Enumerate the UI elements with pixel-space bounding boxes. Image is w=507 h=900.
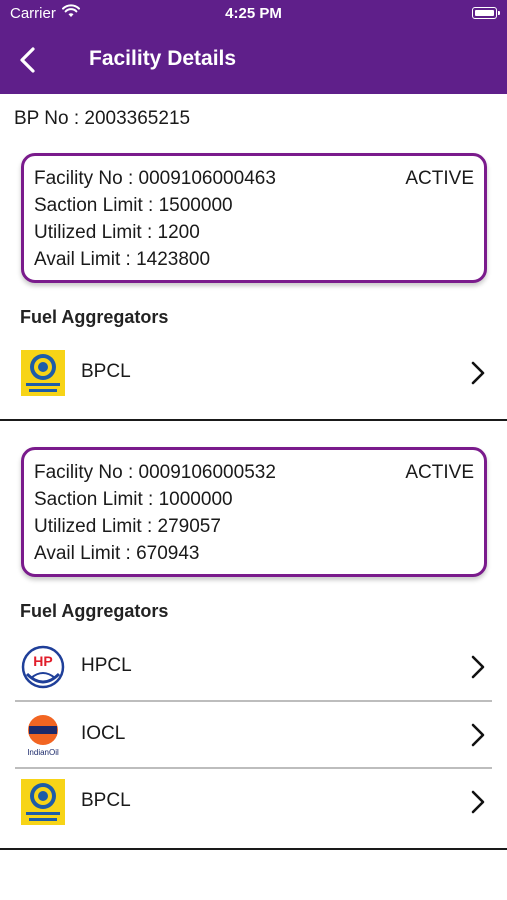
svg-text:HP: HP xyxy=(33,653,52,669)
facility-status-badge: ACTIVE xyxy=(405,462,474,483)
avail-limit: Avail Limit : 670943 xyxy=(34,543,200,564)
bpcl-logo-icon xyxy=(21,779,65,825)
aggregator-row-bpcl[interactable]: BPCL xyxy=(15,769,492,833)
aggregator-row-hpcl[interactable]: HP HPCL xyxy=(15,634,492,698)
sanction-limit: Saction Limit : 1000000 xyxy=(34,489,233,510)
chevron-right-icon xyxy=(471,655,485,679)
chevron-right-icon xyxy=(471,723,485,747)
facility-status-badge: ACTIVE xyxy=(405,168,474,189)
fuel-aggregators-heading: Fuel Aggregators xyxy=(20,307,169,327)
back-button[interactable] xyxy=(14,44,42,76)
section-divider xyxy=(0,419,507,421)
chevron-right-icon xyxy=(471,790,485,814)
aggregator-name: BPCL xyxy=(81,361,131,382)
utilized-limit: Utilized Limit : 279057 xyxy=(34,516,221,537)
chevron-right-icon xyxy=(471,361,485,385)
utilized-limit: Utilized Limit : 1200 xyxy=(34,222,200,243)
chevron-left-icon xyxy=(20,47,35,73)
iocl-logo-icon: IndianOil xyxy=(27,715,59,757)
facility-card: Facility No : 0009106000532 ACTIVE Sacti… xyxy=(21,447,487,577)
status-bar: Carrier 4:25 PM xyxy=(0,0,507,28)
aggregator-name: HPCL xyxy=(81,655,132,676)
facility-number: Facility No : 0009106000532 xyxy=(34,462,276,483)
facility-number: Facility No : 0009106000463 xyxy=(34,168,276,189)
battery-icon xyxy=(472,7,500,19)
bpcl-logo-icon xyxy=(21,350,65,396)
fuel-aggregators-heading: Fuel Aggregators xyxy=(20,601,169,621)
clock: 4:25 PM xyxy=(225,5,282,22)
app-header: Carrier 4:25 PM Facility Details xyxy=(0,0,507,94)
aggregator-name: IOCL xyxy=(81,723,126,744)
hpcl-logo-icon: HP xyxy=(21,645,65,689)
sanction-limit: Saction Limit : 1500000 xyxy=(34,195,233,216)
facility-card: Facility No : 0009106000463 ACTIVE Sacti… xyxy=(21,153,487,283)
svg-text:IndianOil: IndianOil xyxy=(27,748,59,757)
page-title: Facility Details xyxy=(89,47,237,70)
aggregator-name: BPCL xyxy=(81,790,131,811)
aggregator-row-iocl[interactable]: IndianOil IOCL xyxy=(15,702,492,766)
avail-limit: Avail Limit : 1423800 xyxy=(34,249,211,270)
aggregator-row-bpcl[interactable]: BPCL xyxy=(15,340,492,404)
section-divider xyxy=(0,848,507,850)
bp-number: BP No : 2003365215 xyxy=(14,108,191,129)
